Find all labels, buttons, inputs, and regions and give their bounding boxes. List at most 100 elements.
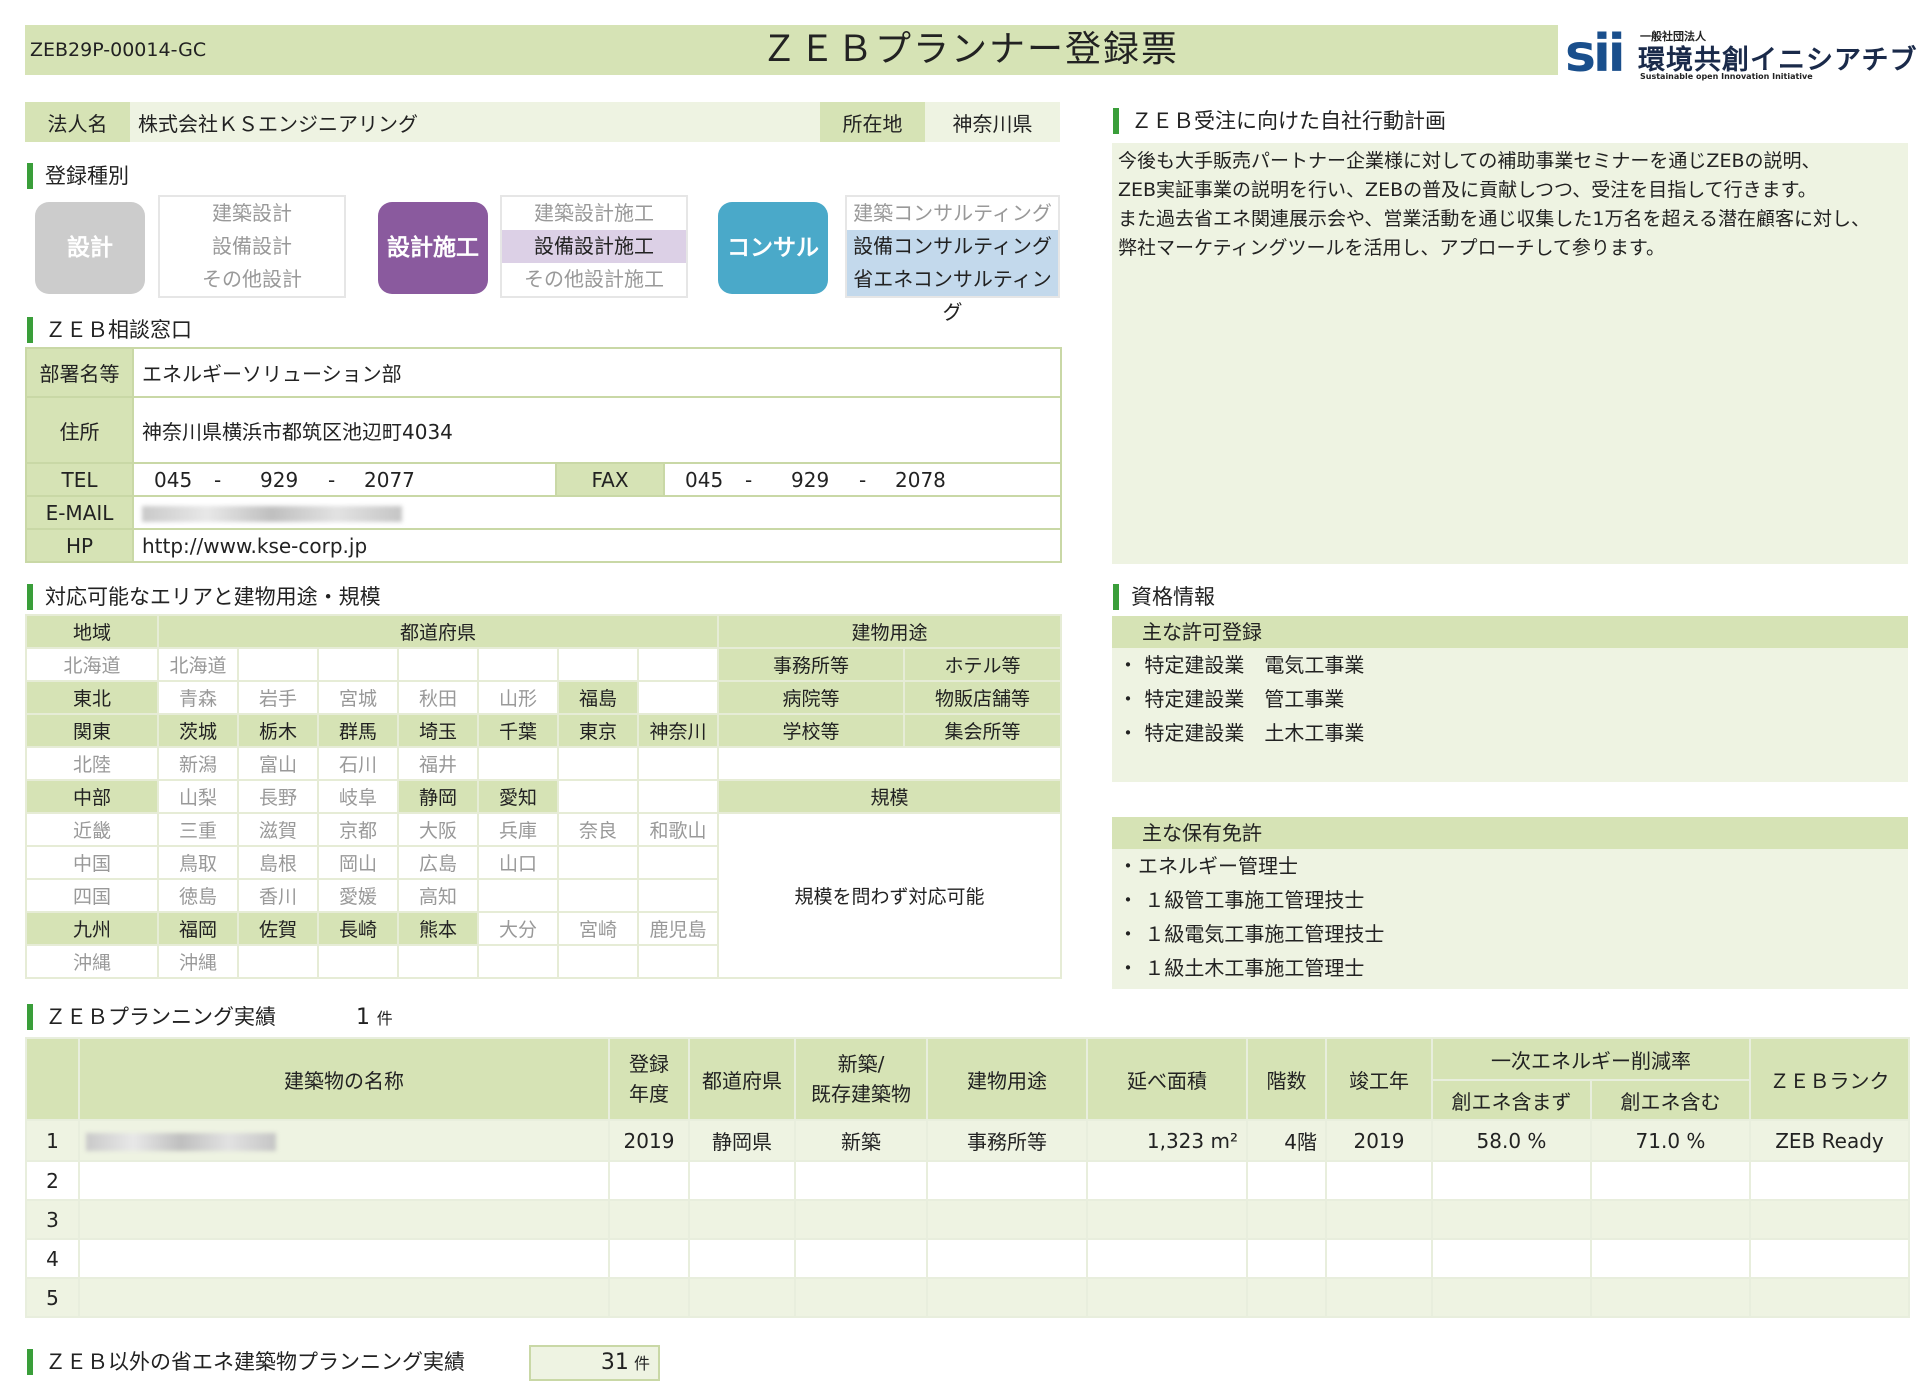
reg-item: その他設計施工 — [524, 267, 664, 291]
plan-text: 今後も大手販売パートナー企業様に対しての補助事業セミナーを通じZEBの説明、 ZE… — [1112, 143, 1908, 564]
area-pref-empty — [557, 845, 639, 880]
record-table: 建築物の名称 登録 年度 都道府県 新築/ 既存建築物 建物用途 延べ面積 階数… — [25, 1037, 1910, 1318]
area-pref: 静岡 — [397, 779, 479, 814]
area-region: 中部 — [25, 779, 159, 814]
area-pref: 長野 — [237, 779, 319, 814]
window-table: 部署名等 エネルギーソリューション部 住所 神奈川県横浜市都筑区池辺町4034 … — [25, 347, 1063, 563]
area-pref: 石川 — [317, 746, 399, 781]
record-area: 1,323 m² — [1086, 1119, 1248, 1162]
section-plan: ＺＥＢ受注に向けた自社行動計画 — [1113, 108, 1446, 134]
other-count: 31 — [600, 1350, 629, 1375]
area-region: 近畿 — [25, 812, 159, 847]
hdr-without: 創エネ含まず — [1431, 1079, 1592, 1121]
licenses-list: ・エネルギー管理士・ １級管工事施工管理技士・ １級電気工事施工管理技士・ １級… — [1112, 849, 1908, 989]
record-new-empty — [794, 1160, 928, 1201]
record-pref-empty — [688, 1277, 796, 1318]
reg-item: 建築設計施工 — [534, 201, 654, 225]
area-pref: 東京 — [557, 713, 639, 748]
license-item: ・エネルギー管理士 — [1118, 854, 1298, 878]
record-name-empty — [78, 1160, 610, 1201]
area-pref-empty — [317, 944, 399, 979]
area-pref-empty — [397, 647, 479, 682]
dept-label: 部署名等 — [25, 347, 134, 398]
hdr-use: 建物用途 — [926, 1037, 1088, 1121]
area-pref: 栃木 — [237, 713, 319, 748]
record-floors: 4階 — [1246, 1119, 1327, 1162]
hp-label: HP — [25, 528, 134, 563]
record-count: 1 — [356, 1005, 370, 1030]
area-pref-empty — [557, 647, 639, 682]
area-scale-text: 規模を問わず対応可能 — [717, 812, 1063, 979]
fax-label: FAX — [555, 462, 665, 497]
area-pref: 大阪 — [397, 812, 479, 847]
area-pref: 山形 — [477, 680, 559, 715]
plan-line: ZEB実証事業の説明を行い、ZEBの普及に貢献しつつ、受注を目指して行きます。 — [1118, 179, 1817, 201]
addr-value: 神奈川県横浜市都筑区池辺町4034 — [131, 396, 1063, 464]
hp-value[interactable]: http://www.kse-corp.jp — [131, 528, 1063, 563]
area-pref: 新潟 — [157, 746, 239, 781]
record-done-empty — [1325, 1199, 1433, 1240]
section-qual: 資格情報 — [1113, 584, 1215, 610]
dept-value: エネルギーソリューション部 — [131, 347, 1063, 398]
area-pref: 北海道 — [157, 647, 239, 682]
section-other: ＺＥＢ以外の省エネ建築物プランニング実績 — [27, 1349, 465, 1375]
section-record: ＺＥＢプランニング実績 1 件 — [27, 1004, 393, 1030]
permits-panel: 主な許可登録 ・ 特定建設業 電気工事業・ 特定建設業 管工事業・ 特定建設業 … — [1112, 616, 1908, 782]
record-row: 4 — [25, 1238, 1910, 1279]
record-rank-empty — [1749, 1277, 1910, 1318]
area-use: ホテル等 — [903, 647, 1063, 682]
corp-loc: 神奈川県 — [925, 102, 1060, 142]
reg-pill-1: 設計 — [35, 202, 145, 294]
area-pref: 香川 — [237, 878, 319, 913]
record-name-empty — [78, 1238, 610, 1279]
area-pref: 神奈川 — [636, 713, 720, 748]
record-name-empty — [78, 1277, 610, 1318]
area-region: 北陸 — [25, 746, 159, 781]
area-pref: 山梨 — [157, 779, 239, 814]
area-pref-empty — [557, 944, 639, 979]
other-unit: 件 — [633, 1354, 650, 1373]
area-pref-empty — [397, 944, 479, 979]
hdr-floors: 階数 — [1246, 1037, 1327, 1121]
reg-item: その他設計 — [202, 267, 302, 291]
area-scale-head: 規模 — [717, 779, 1063, 814]
area-use: 集会所等 — [903, 713, 1063, 748]
record-floors-empty — [1246, 1238, 1327, 1279]
form-code: ZEB29P-00014-GC — [30, 39, 207, 61]
area-pref: 富山 — [237, 746, 319, 781]
hdr-no — [25, 1037, 80, 1121]
record-year: 2019 — [608, 1119, 690, 1162]
area-pref: 熊本 — [397, 911, 479, 946]
area-region: 関東 — [25, 713, 159, 748]
area-region: 四国 — [25, 878, 159, 913]
record-area-empty — [1086, 1277, 1248, 1318]
record-rank-empty — [1749, 1199, 1910, 1240]
licenses-head: 主な保有免許 — [1112, 817, 1908, 849]
plan-line: 弊社マーケティングツールを活用し、アプローチして参ります。 — [1118, 237, 1666, 259]
tel-value: 045-929-2077 — [132, 462, 557, 497]
hdr-area: 延べ面積 — [1086, 1037, 1248, 1121]
area-pref: 京都 — [317, 812, 399, 847]
area-pref-empty — [636, 779, 720, 814]
area-pref: 福島 — [557, 680, 639, 715]
record-area-empty — [1086, 1238, 1248, 1279]
record-row: 5 — [25, 1277, 1910, 1318]
reg-box-2: 建築設計施工 設備設計施工 その他設計施工 — [500, 195, 688, 298]
area-pref-empty — [557, 746, 639, 781]
record-year-empty — [608, 1199, 690, 1240]
area-pref-empty — [636, 680, 720, 715]
area-pref-empty — [557, 878, 639, 913]
record-done-empty — [1325, 1238, 1433, 1279]
corp-loc-label: 所在地 — [820, 102, 925, 142]
area-pref-empty — [477, 878, 559, 913]
record-new-empty — [794, 1277, 928, 1318]
record-rank-empty — [1749, 1160, 1910, 1201]
hdr-year: 登録 年度 — [608, 1037, 690, 1121]
record-floors-empty — [1246, 1199, 1327, 1240]
area-pref: 和歌山 — [636, 812, 720, 847]
area-pref: 岡山 — [317, 845, 399, 880]
permit-item: ・ 特定建設業 土木工事業 — [1118, 721, 1365, 745]
licenses-panel: 主な保有免許 ・エネルギー管理士・ １級管工事施工管理技士・ １級電気工事施工管… — [1112, 817, 1908, 989]
area-pref: 岩手 — [237, 680, 319, 715]
area-pref: 青森 — [157, 680, 239, 715]
